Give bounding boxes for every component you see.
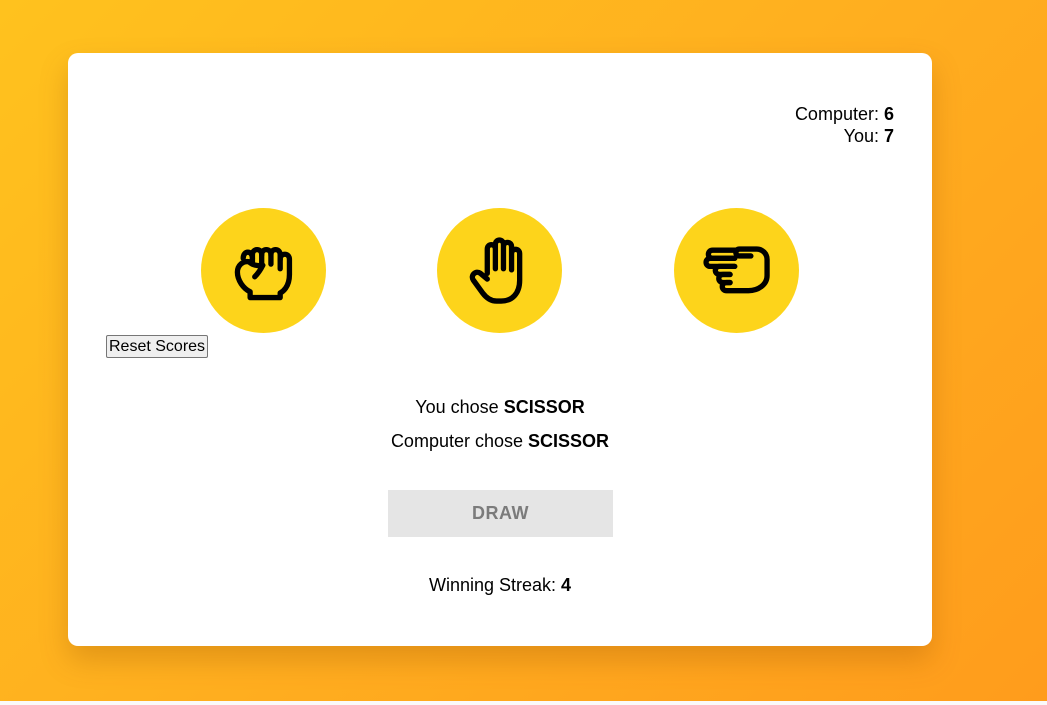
scissor-hand-icon bbox=[702, 245, 770, 293]
fist-icon bbox=[234, 246, 292, 300]
computer-choice-value: SCISSOR bbox=[528, 431, 610, 451]
computer-chose-text: Computer chose SCISSOR bbox=[68, 431, 932, 452]
scissor-choice-button[interactable] bbox=[674, 208, 799, 333]
paper-choice-button[interactable] bbox=[437, 208, 562, 333]
you-score-row: You: 7 bbox=[795, 125, 894, 147]
you-choice-value: SCISSOR bbox=[503, 397, 585, 417]
reset-scores-button[interactable]: Reset Scores bbox=[106, 335, 209, 358]
rock-choice-button[interactable] bbox=[201, 208, 326, 333]
computer-score-label: Computer: bbox=[794, 104, 884, 124]
winning-streak-text: Winning Streak: 4 bbox=[68, 575, 932, 596]
scoreboard: Computer: 6 You: 7 bbox=[795, 103, 894, 147]
you-score-label: You: bbox=[843, 126, 884, 146]
game-card: Computer: 6 You: 7 Reset Scores You chos… bbox=[68, 53, 932, 646]
computer-chose-prefix: Computer chose bbox=[390, 431, 529, 451]
you-score-value: 7 bbox=[883, 126, 894, 146]
page-bottom-strip bbox=[0, 701, 1047, 705]
you-chose-text: You chose SCISSOR bbox=[68, 397, 932, 418]
open-hand-icon bbox=[469, 236, 522, 304]
winning-streak-value: 4 bbox=[561, 575, 572, 595]
outcome-box: DRAW bbox=[388, 490, 613, 537]
you-chose-prefix: You chose bbox=[415, 397, 504, 417]
computer-score-value: 6 bbox=[883, 104, 894, 124]
winning-streak-label: Winning Streak: bbox=[428, 575, 562, 595]
computer-score-row: Computer: 6 bbox=[795, 103, 894, 125]
outcome-label: DRAW bbox=[472, 503, 529, 523]
